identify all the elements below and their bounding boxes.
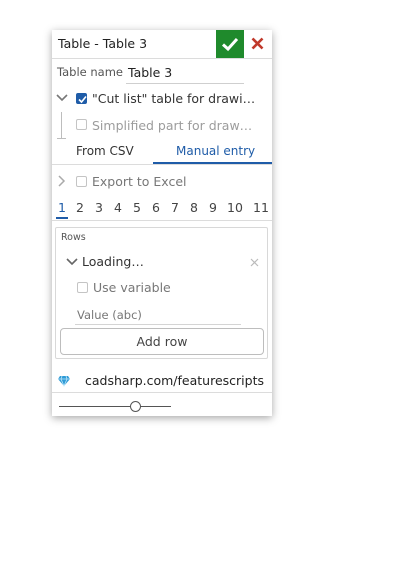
check-icon <box>221 37 239 52</box>
table-name-label: Table name <box>57 65 124 79</box>
page-8[interactable]: 8 <box>190 200 198 215</box>
page-5[interactable]: 5 <box>133 200 141 215</box>
featurescript-link-row: cadsharp.com/featurescripts <box>52 370 272 393</box>
chevron-down-icon[interactable] <box>56 94 68 102</box>
page-11[interactable]: 11 <box>253 200 269 215</box>
source-tabs: From CSV Manual entry <box>52 140 272 165</box>
active-tab-indicator <box>153 162 272 164</box>
export-excel-label: Export to Excel <box>92 174 187 189</box>
cancel-button[interactable] <box>248 33 268 55</box>
use-variable-checkbox[interactable] <box>77 282 88 293</box>
add-row-button[interactable]: Add row <box>60 328 264 355</box>
table-name-underline <box>126 83 244 84</box>
accept-button[interactable] <box>216 30 244 58</box>
table-name-field: Table name Table 3 <box>52 63 272 85</box>
page-6[interactable]: 6 <box>152 200 160 215</box>
diamond-icon <box>58 375 70 387</box>
dialog-title: Table - Table 3 <box>58 36 148 51</box>
page-1[interactable]: 1 <box>58 200 66 215</box>
row-pager: 1 2 3 4 5 6 7 8 9 10 11 <box>52 198 272 221</box>
table-name-input[interactable]: Table 3 <box>128 65 172 80</box>
page-10[interactable]: 10 <box>227 200 243 215</box>
cut-list-checkbox[interactable] <box>76 93 87 104</box>
row-item-label: Loading… <box>82 254 144 269</box>
tree-connector-foot <box>57 138 66 139</box>
export-excel-checkbox[interactable] <box>76 176 87 187</box>
chevron-down-icon[interactable] <box>66 258 78 266</box>
remove-row-icon[interactable] <box>250 258 259 267</box>
rows-title: Rows <box>61 232 86 243</box>
active-page-indicator <box>56 217 68 219</box>
simplified-part-checkbox[interactable] <box>76 119 87 130</box>
tab-manual-entry[interactable]: Manual entry <box>176 144 255 158</box>
dialog-header: Table - Table 3 <box>52 30 272 59</box>
slider-handle[interactable] <box>130 401 141 412</box>
value-underline <box>75 324 241 325</box>
page-3[interactable]: 3 <box>95 200 103 215</box>
page-9[interactable]: 9 <box>209 200 217 215</box>
cut-list-label: "Cut list" table for drawi… <box>92 91 256 106</box>
feature-dialog: Table - Table 3 Table name Table 3 "Cut … <box>52 30 272 416</box>
slider-track[interactable] <box>59 406 171 407</box>
checkmark-icon <box>78 95 87 104</box>
close-icon <box>251 37 264 50</box>
use-variable-label: Use variable <box>93 280 171 295</box>
page-7[interactable]: 7 <box>171 200 179 215</box>
simplified-part-label: Simplified part for draw… <box>92 118 253 133</box>
value-input[interactable]: Value (abc) <box>77 308 142 322</box>
tree-connector <box>61 112 62 138</box>
rows-group: Rows Loading… Use variable Value (abc) A… <box>55 227 268 359</box>
featurescript-link[interactable]: cadsharp.com/featurescripts <box>85 373 264 388</box>
page-4[interactable]: 4 <box>114 200 122 215</box>
tab-from-csv[interactable]: From CSV <box>76 144 134 158</box>
chevron-right-icon[interactable] <box>58 175 66 187</box>
page-2[interactable]: 2 <box>76 200 84 215</box>
